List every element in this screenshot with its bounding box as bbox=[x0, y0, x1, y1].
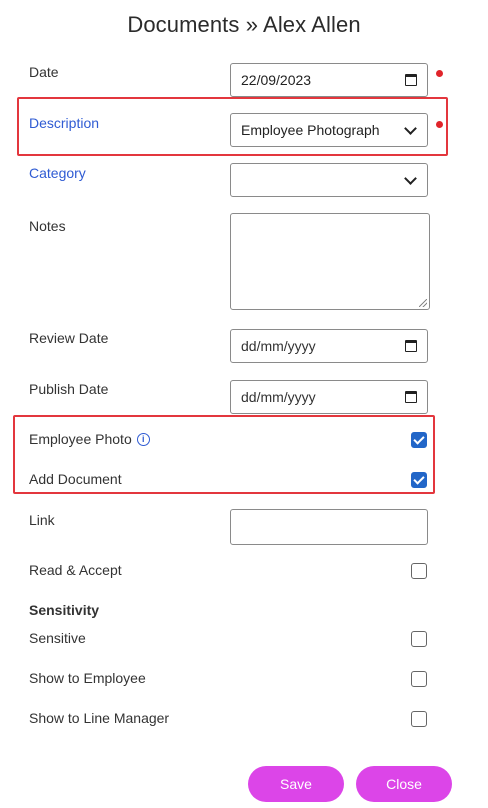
save-button[interactable]: Save bbox=[248, 766, 344, 802]
review-date-input[interactable]: dd/mm/yyyy bbox=[230, 329, 428, 363]
highlight-box-description bbox=[17, 97, 448, 156]
calendar-icon[interactable] bbox=[405, 340, 417, 352]
link-input[interactable] bbox=[230, 509, 428, 545]
link-label: Link bbox=[29, 512, 55, 528]
read-accept-label: Read & Accept bbox=[29, 562, 122, 578]
publish-date-input[interactable]: dd/mm/yyyy bbox=[230, 380, 428, 414]
calendar-icon[interactable] bbox=[405, 74, 417, 86]
publish-date-label: Publish Date bbox=[29, 381, 109, 397]
sensitivity-heading: Sensitivity bbox=[29, 602, 100, 618]
required-indicator bbox=[436, 70, 443, 77]
category-select[interactable] bbox=[230, 163, 428, 197]
highlight-box-checkboxes bbox=[13, 415, 435, 494]
show-employee-checkbox[interactable] bbox=[411, 671, 427, 687]
resize-grip-icon[interactable] bbox=[419, 299, 427, 307]
review-date-label: Review Date bbox=[29, 330, 109, 346]
date-label: Date bbox=[29, 64, 59, 80]
date-value: 22/09/2023 bbox=[241, 72, 312, 88]
publish-date-placeholder: dd/mm/yyyy bbox=[241, 389, 316, 405]
page-title: Documents » Alex Allen bbox=[127, 12, 361, 37]
review-date-placeholder: dd/mm/yyyy bbox=[241, 338, 316, 354]
chevron-down-icon bbox=[404, 171, 417, 185]
show-employee-label: Show to Employee bbox=[29, 670, 146, 686]
category-label: Category bbox=[29, 165, 86, 181]
sensitive-checkbox[interactable] bbox=[411, 631, 427, 647]
close-button[interactable]: Close bbox=[356, 766, 452, 802]
notes-label: Notes bbox=[29, 218, 66, 234]
sensitive-label: Sensitive bbox=[29, 630, 86, 646]
show-line-manager-checkbox[interactable] bbox=[411, 711, 427, 727]
date-input[interactable]: 22/09/2023 bbox=[230, 63, 428, 97]
notes-textarea[interactable] bbox=[230, 213, 430, 310]
show-line-manager-label: Show to Line Manager bbox=[29, 710, 170, 726]
calendar-icon[interactable] bbox=[405, 391, 417, 403]
read-accept-checkbox[interactable] bbox=[411, 563, 427, 579]
